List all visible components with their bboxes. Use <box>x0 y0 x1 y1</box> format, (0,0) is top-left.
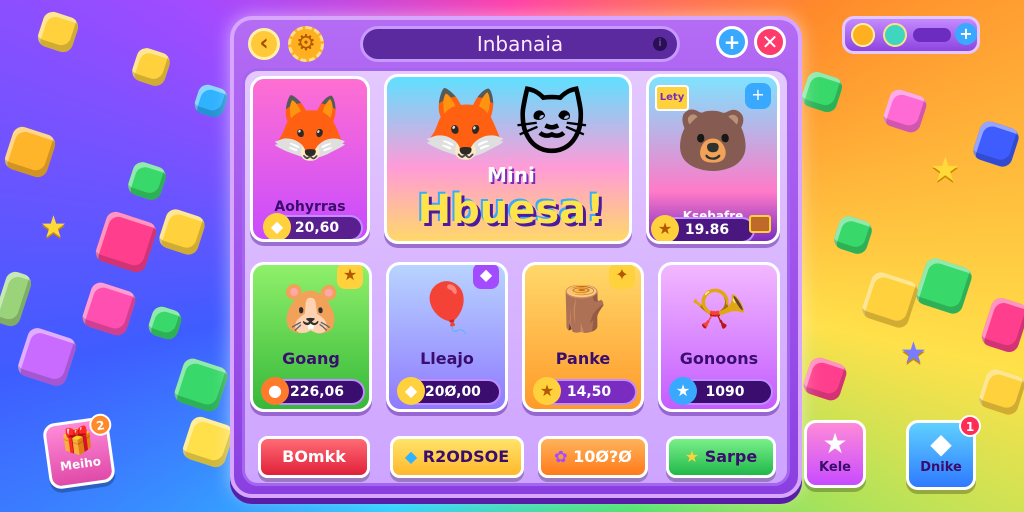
bg-cube <box>979 295 1024 355</box>
back-button[interactable]: ‹ <box>248 28 280 60</box>
featured-left-name: Aohyrras <box>274 199 346 215</box>
bottom-button-orange[interactable]: ✿ 10Ø?Ø <box>538 436 648 478</box>
item-price: ★ 1090 <box>669 377 773 405</box>
resource-track <box>913 28 951 42</box>
bg-cube <box>976 366 1024 418</box>
bg-star-icon: ★ <box>930 150 961 190</box>
bg-cube <box>129 45 173 89</box>
item-card[interactable]: ✦ 🪵 Panke ★ 14,50 <box>522 262 644 412</box>
side-tile-kele-label: Kele <box>819 460 851 475</box>
notification-badge: 1 <box>959 415 981 437</box>
item-price: ★ 14,50 <box>533 377 637 405</box>
bg-cube <box>93 209 159 275</box>
bg-cube <box>146 304 184 342</box>
bg-cube <box>15 325 79 389</box>
bg-cube <box>192 82 230 120</box>
characters-art-icon: 🦊🐱 <box>421 83 595 165</box>
bottom-button-red[interactable]: BOmkk <box>258 436 370 478</box>
fox-pilot-icon: 🐹 <box>278 278 344 338</box>
item-name: Goang <box>282 349 340 368</box>
bottom-button-green[interactable]: ★ Sarpe <box>666 436 776 478</box>
bg-star-icon: ★ <box>900 336 927 371</box>
chest-icon <box>749 215 771 233</box>
globe-icon <box>883 23 907 47</box>
close-button[interactable]: ✕ <box>754 26 786 58</box>
star-icon: ★ <box>533 377 561 405</box>
gem-icon: ◆ <box>404 447 418 466</box>
banner-title: Hbuesa! <box>417 187 605 233</box>
settings-button[interactable]: ⚙ <box>288 26 324 62</box>
item-card[interactable]: ★ 🐹 Goang ● 226,06 <box>250 262 372 412</box>
gem-icon: ◆ <box>263 213 291 239</box>
add-resource-button[interactable]: + <box>955 23 977 45</box>
bg-cube <box>913 255 975 317</box>
gear-small-icon: ✿ <box>554 447 568 466</box>
shop-title-text: Inbanaia <box>476 32 564 56</box>
bg-cube <box>125 159 169 203</box>
star-icon: ★ <box>684 447 700 466</box>
side-tile-dnike-label: Dnike <box>920 460 962 475</box>
item-card[interactable]: 📯 Gonoons ★ 1090 <box>658 262 780 412</box>
bg-cube <box>180 414 236 470</box>
horn-icon: 📯 <box>690 281 748 335</box>
info-icon[interactable]: i <box>653 37 667 51</box>
resource-bar[interactable]: + <box>842 16 980 54</box>
featured-card-left[interactable]: 🦊 Aohyrras ◆ 20,60 <box>250 76 370 242</box>
orb-icon: ● <box>261 377 289 405</box>
bg-cube <box>0 269 34 329</box>
bottom-button-yellow[interactable]: ◆ R2ODSOE <box>390 436 524 478</box>
item-name: Gonoons <box>679 349 759 368</box>
fox-hero-icon: 🦊 <box>270 92 350 166</box>
featured-right-price: ★ 19.86 <box>651 215 755 241</box>
gear-icon: ⚙ <box>296 31 316 56</box>
featured-banner[interactable]: 🦊🐱 Mini Hbuesa! <box>384 74 632 244</box>
featured-card-right[interactable]: Lety + 🐻 Ksebafre ★ 19.86 <box>646 74 780 244</box>
shop-title: Inbanaia i <box>360 26 680 62</box>
item-name: Panke <box>555 349 611 368</box>
balloon-icon: 🎈 <box>417 280 477 336</box>
star-icon: ★ <box>651 215 679 241</box>
item-name: Lleajo <box>420 349 474 368</box>
bg-cube <box>80 280 138 338</box>
item-price: ◆ 20Ø,00 <box>397 377 501 405</box>
bg-cube <box>970 118 1022 170</box>
side-tile-left[interactable]: 🎁 Meiho 2 <box>41 412 117 491</box>
bear-hero-icon: 🐻 <box>675 106 751 176</box>
bg-cube <box>831 213 875 257</box>
banner-mini-label: Mini <box>487 163 535 187</box>
side-tile-dnike[interactable]: ◆ Dnike 1 <box>906 415 981 490</box>
coin-icon <box>851 23 875 47</box>
featured-left-price: ◆ 20,60 <box>263 213 363 239</box>
side-tile-kele[interactable]: ★ Kele <box>804 420 866 488</box>
bg-cube <box>156 206 208 258</box>
item-card[interactable]: ◆ 🎈 Lleajo ◆ 20Ø,00 <box>386 262 508 412</box>
bg-cube <box>35 9 81 55</box>
star-icon: ★ <box>822 427 848 460</box>
bg-cube <box>172 356 230 414</box>
bg-cube <box>799 69 845 115</box>
bg-cube <box>2 124 58 180</box>
star-icon: ★ <box>669 377 697 405</box>
bg-cube <box>801 355 849 403</box>
bg-star-icon: ★ <box>40 210 67 245</box>
crystal-icon: ◆ <box>397 377 425 405</box>
bg-cube <box>859 269 921 331</box>
add-button[interactable]: + <box>716 26 748 58</box>
bg-cube <box>881 87 929 135</box>
chevron-left-icon: ‹ <box>259 31 269 56</box>
item-price: ● 226,06 <box>261 377 365 405</box>
nunchaku-icon: 🪵 <box>555 284 611 335</box>
